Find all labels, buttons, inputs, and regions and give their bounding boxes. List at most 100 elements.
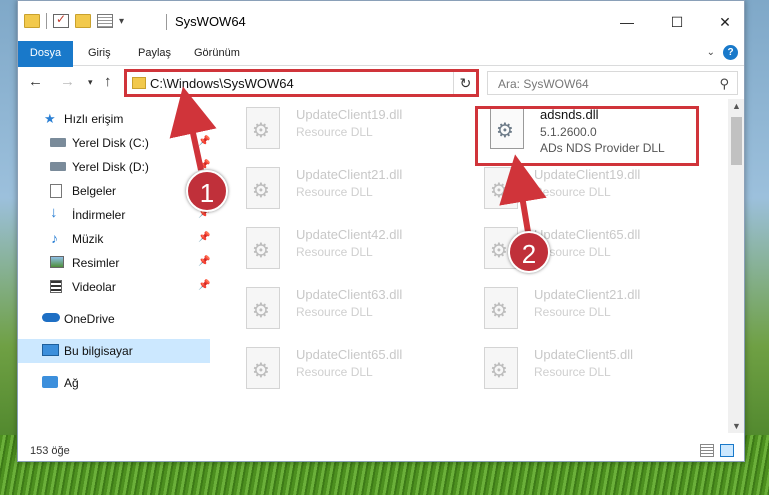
window-title: SysWOW64 (175, 14, 246, 29)
sidebar-item-label: Yerel Disk (D:) (72, 160, 149, 174)
gear-icon: ⚙ (490, 240, 508, 262)
details-view-icon[interactable] (700, 444, 714, 457)
step-badge-1: 1 (186, 170, 228, 212)
file-name: UpdateClient21.dll (296, 167, 403, 182)
search-placeholder: Ara: SysWOW64 (498, 77, 589, 91)
file-item[interactable]: ⚙ UpdateClient21.dll Resource DLL (474, 279, 704, 331)
tab-share[interactable]: Paylaş (128, 41, 181, 65)
vertical-scrollbar[interactable]: ▲ ▼ (728, 99, 744, 433)
sidebar-item-label: Bu bilgisayar (64, 344, 133, 358)
file-item[interactable]: ⚙ UpdateClient42.dll Resource DLL (236, 219, 466, 271)
navigation-bar: ← → ▾ ↑ C:\Windows\SysWOW64 ↻ Ara: SysWO… (18, 67, 744, 99)
gear-icon: ⚙ (252, 120, 270, 142)
maximize-button[interactable]: ☐ (654, 9, 700, 35)
gear-icon: ⚙ (252, 360, 270, 382)
sidebar-item-this-pc[interactable]: Bu bilgisayar (18, 339, 210, 363)
file-name: UpdateClient63.dll (296, 287, 403, 302)
gear-icon: ⚙ (490, 180, 508, 202)
gear-icon: ⚙ (490, 360, 508, 382)
scroll-thumb[interactable] (731, 117, 742, 165)
sidebar-item-downloads[interactable]: ↓ İndirmeler 📌 (18, 203, 210, 227)
file-name: UpdateClient65.dll (534, 227, 641, 242)
folder-icon (24, 14, 40, 28)
ribbon-tabs: Dosya Giriş Paylaş Görünüm ⌄ ? (18, 41, 744, 93)
dll-file-icon: ⚙ (246, 167, 280, 209)
file-list-pane: ⚙ UpdateClient19.dll Resource DLL ⚙ Upda… (214, 99, 728, 433)
navigation-pane: ★ Hızlı erişim Yerel Disk (C:) 📌 Yerel D… (18, 99, 214, 433)
network-icon (42, 376, 58, 388)
minimize-button[interactable]: — (604, 9, 650, 35)
back-arrow-icon[interactable]: ← (28, 73, 43, 90)
expand-ribbon-icon[interactable]: ⌄ (707, 47, 715, 58)
sidebar-item-documents[interactable]: Belgeler 📌 (18, 179, 210, 203)
file-item[interactable]: ⚙ UpdateClient5.dll Resource DLL (474, 339, 704, 391)
help-icon[interactable]: ? (723, 45, 738, 60)
videos-icon (50, 280, 62, 293)
search-input[interactable]: Ara: SysWOW64 ⚲ (487, 71, 738, 95)
sidebar-item-local-disk-c[interactable]: Yerel Disk (C:) 📌 (18, 131, 210, 155)
tab-home[interactable]: Giriş (78, 41, 121, 65)
properties-check-icon[interactable] (53, 12, 69, 28)
file-name: UpdateClient65.dll (296, 347, 403, 362)
sidebar-item-onedrive[interactable]: OneDrive (18, 307, 210, 331)
drive-icon (50, 162, 66, 171)
sidebar-item-label: Resimler (72, 256, 120, 270)
drive-icon (50, 138, 66, 147)
sidebar-item-pictures[interactable]: Resimler 📌 (18, 251, 210, 275)
file-type: Resource DLL (296, 365, 373, 379)
pictures-icon (50, 256, 64, 268)
sidebar-item-label: Ağ (64, 376, 79, 390)
sidebar-item-videos[interactable]: Videolar 📌 (18, 275, 210, 299)
file-name: UpdateClient19.dll (534, 167, 641, 182)
file-type: Resource DLL (534, 185, 611, 199)
large-icons-view-icon[interactable] (720, 444, 734, 457)
title-divider (166, 14, 167, 30)
pin-icon[interactable]: 📌 (198, 280, 210, 291)
file-type: Resource DLL (534, 305, 611, 319)
sidebar-item-label: Videolar (72, 280, 116, 294)
dll-file-icon: ⚙ (246, 347, 280, 389)
sidebar-item-local-disk-d[interactable]: Yerel Disk (D:) 📌 (18, 155, 210, 179)
file-type: Resource DLL (296, 245, 373, 259)
file-item[interactable]: ⚙ UpdateClient21.dll Resource DLL (236, 159, 466, 211)
scroll-down-icon[interactable]: ▼ (732, 421, 741, 431)
gear-icon: ⚙ (252, 240, 270, 262)
scroll-up-icon[interactable]: ▲ (732, 101, 741, 111)
cloud-icon (42, 313, 60, 322)
recent-locations-chevron-icon[interactable]: ▾ (88, 77, 93, 88)
sidebar-item-label: İndirmeler (72, 208, 126, 222)
star-icon: ★ (44, 111, 56, 126)
computer-icon (42, 344, 59, 356)
close-button[interactable]: ✕ (702, 9, 744, 35)
file-type: Resource DLL (296, 185, 373, 199)
toolbar-separator (46, 13, 47, 29)
gear-icon: ⚙ (490, 300, 508, 322)
new-folder-icon[interactable] (75, 14, 91, 28)
music-icon: ♪ (51, 230, 58, 246)
gear-icon: ⚙ (252, 300, 270, 322)
pin-icon[interactable]: 📌 (198, 136, 210, 147)
sidebar-item-label: OneDrive (64, 312, 115, 326)
forward-arrow-icon[interactable]: → (60, 73, 75, 90)
file-name: UpdateClient19.dll (296, 107, 403, 122)
sidebar-item-network[interactable]: Ağ (18, 371, 210, 395)
sidebar-item-quick-access[interactable]: ★ Hızlı erişim (18, 107, 210, 131)
pin-icon[interactable]: 📌 (198, 232, 210, 243)
customize-toolbar-chevron-icon[interactable]: ▾ (119, 16, 124, 27)
file-item[interactable]: ⚙ UpdateClient19.dll Resource DLL (236, 99, 466, 151)
pin-icon[interactable]: 📌 (198, 256, 210, 267)
status-bar: 153 öğe (18, 439, 744, 461)
tab-view[interactable]: Görünüm (184, 41, 250, 65)
up-arrow-icon[interactable]: ↑ (104, 73, 112, 90)
dll-file-icon: ⚙ (484, 287, 518, 329)
dll-file-icon: ⚙ (246, 227, 280, 269)
file-item[interactable]: ⚙ UpdateClient19.dll Resource DLL (474, 159, 704, 211)
search-icon: ⚲ (719, 76, 729, 91)
file-item[interactable]: ⚙ UpdateClient63.dll Resource DLL (236, 279, 466, 331)
sidebar-item-label: Yerel Disk (C:) (72, 136, 149, 150)
file-item[interactable]: ⚙ UpdateClient65.dll Resource DLL (236, 339, 466, 391)
sidebar-item-music[interactable]: ♪ Müzik 📌 (18, 227, 210, 251)
rename-icon[interactable] (97, 14, 113, 28)
file-type: Resource DLL (296, 305, 373, 319)
quick-access-toolbar: ▾ (24, 12, 124, 29)
